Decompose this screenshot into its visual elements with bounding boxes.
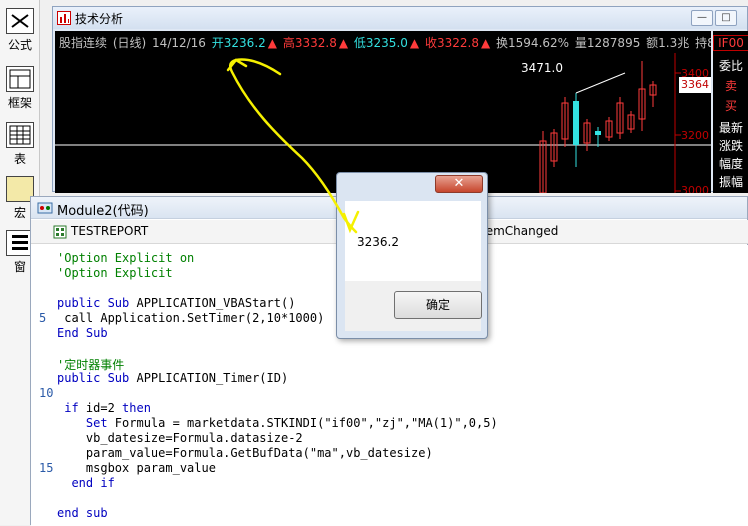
table-label: 表: [13, 152, 26, 166]
code-line[interactable]: End Sub: [57, 326, 108, 340]
change-label: 涨跌: [718, 139, 743, 153]
code-line[interactable]: public Sub APPLICATION_Timer(ID): [57, 371, 288, 385]
code-text: id=2: [78, 401, 123, 415]
code-line[interactable]: msgbox param_value: [57, 461, 216, 475]
dialog-footer: 确定: [345, 281, 482, 331]
code-comment: 'Option Explicit: [57, 266, 173, 280]
table-icon: [6, 122, 34, 148]
code-line[interactable]: if id=2 then: [57, 401, 151, 415]
technical-analysis-window: 技术分析 — □ 股指连续 (日线) 14/12/16 开3236.2 ▲ 高33…: [52, 6, 748, 193]
dialog-body: 3236.2: [345, 201, 481, 281]
ta-window-title: 技术分析: [75, 12, 124, 26]
code-line[interactable]: Set Formula = marketdata.STKINDI("if00",…: [57, 416, 498, 430]
code-line[interactable]: vb_datesize=Formula.datasize-2: [57, 431, 303, 445]
line-number: 5: [39, 311, 47, 325]
ta-maximize-button[interactable]: □: [715, 10, 737, 26]
code-text: APPLICATION_Timer(ID): [129, 371, 289, 385]
code-comment: '定时器事件: [57, 358, 125, 372]
code-keyword: if: [57, 401, 79, 415]
candlestick-chart[interactable]: 股指连续 (日线) 14/12/16 开3236.2 ▲ 高3332.8 ▲ 低32…: [55, 31, 711, 193]
symbol-code[interactable]: IF00: [713, 35, 748, 51]
code-line[interactable]: public Sub APPLICATION_VBAStart(): [57, 296, 295, 310]
procedure-selector[interactable]: temChanged: [481, 224, 558, 238]
code-line[interactable]: 'Option Explicit: [57, 266, 173, 280]
formula-label: 公式: [7, 38, 32, 52]
code-text: APPLICATION_VBAStart(): [129, 296, 296, 310]
code-comment: 'Option Explicit on: [57, 251, 195, 265]
code-text: param_value=Formula.GetBufData("ma",vb_d…: [57, 446, 433, 460]
candle: [595, 131, 601, 135]
code-text: call Application.SetTimer(2,10*1000): [57, 311, 325, 325]
code-line[interactable]: 'Option Explicit on: [57, 251, 194, 265]
module-icon: [37, 202, 53, 214]
line-number: 10: [39, 386, 54, 400]
code-keyword: end sub: [57, 506, 108, 520]
code-line[interactable]: end sub: [57, 506, 108, 520]
buy-label: 买: [724, 99, 737, 113]
code-text: msgbox param_value: [57, 461, 216, 475]
chart-app-icon: [57, 11, 71, 25]
code-keyword: Set: [57, 416, 108, 430]
code-line[interactable]: param_value=Formula.GetBufData("ma",vb_d…: [57, 446, 433, 460]
message-box-dialog: ✕ 3236.2 确定: [336, 172, 488, 339]
y-tick-label: 3000: [681, 184, 709, 193]
code-keyword: then: [122, 401, 151, 415]
y-tick-label: 3200: [681, 129, 709, 142]
dialog-message: 3236.2: [357, 235, 399, 249]
ok-button[interactable]: 确定: [394, 291, 482, 319]
frame-label: 框架: [7, 96, 32, 110]
code-keyword: public Sub: [57, 371, 130, 385]
candles: [539, 61, 657, 193]
table-tool[interactable]: 表: [0, 122, 40, 167]
code-keyword: end if: [57, 476, 115, 490]
code-keyword: public Sub: [57, 296, 130, 310]
current-price-marker: 3364: [679, 77, 711, 93]
amplitude-label: 振幅: [718, 175, 743, 189]
code-line[interactable]: end if: [57, 476, 115, 490]
code-text: vb_datesize=Formula.datasize-2: [57, 431, 303, 445]
formula-icon: [6, 8, 34, 34]
order-ratio-label: 委比: [718, 59, 743, 73]
formula-tool[interactable]: 公式: [0, 8, 40, 53]
chart-canvas: [55, 53, 711, 193]
latest-label: 最新: [718, 121, 743, 135]
candle: [573, 101, 579, 145]
code-keyword: End Sub: [57, 326, 108, 340]
report-object-icon: [53, 225, 67, 239]
sell-label: 卖: [724, 79, 737, 93]
price-callout-line: [575, 72, 626, 94]
ta-minimize-button[interactable]: —: [691, 10, 713, 26]
frame-icon: [6, 66, 34, 92]
quote-side-panel: IF00 委比 卖 买 最新 涨跌 幅度 振幅: [713, 31, 748, 193]
object-selector[interactable]: TESTREPORT: [71, 224, 148, 238]
editor-window-title: Module2(代码): [57, 204, 149, 219]
code-line[interactable]: call Application.SetTimer(2,10*1000): [57, 311, 324, 325]
code-text: Formula = marketdata.STKINDI("if00","zj"…: [107, 416, 498, 430]
ta-titlebar[interactable]: 技术分析 — □: [53, 7, 747, 29]
pct-change-label: 幅度: [718, 157, 743, 171]
dialog-close-button[interactable]: ✕: [435, 175, 483, 193]
peak-price-label: 3471.0: [521, 61, 563, 75]
frame-tool[interactable]: 框架: [0, 66, 40, 111]
line-number: 15: [39, 461, 54, 475]
